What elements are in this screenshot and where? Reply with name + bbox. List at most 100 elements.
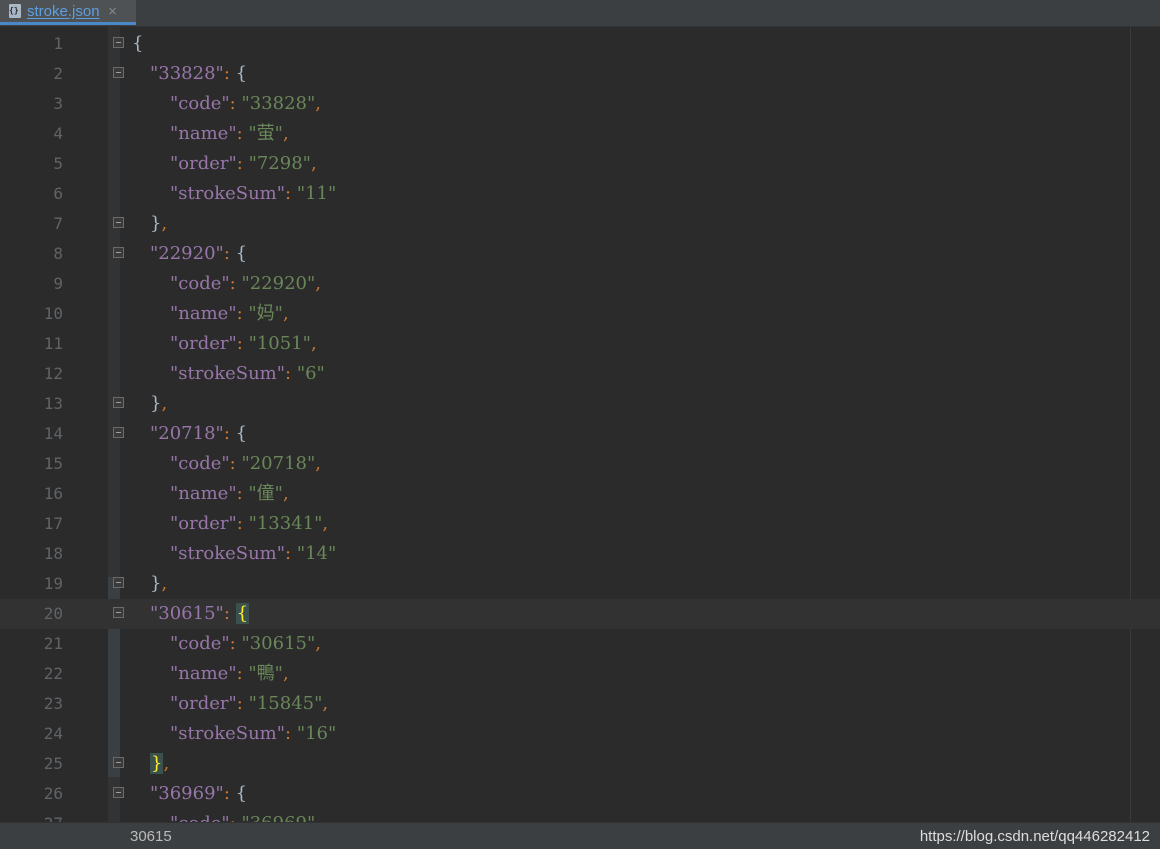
json-file-icon: {} [9,4,21,18]
code-token: "code" [170,813,230,822]
code-line[interactable]: 1{ [0,29,1160,59]
code-token: , [315,453,322,474]
fold-marker-icon[interactable] [113,37,125,51]
code-line[interactable]: 10 "name": "妈", [0,299,1160,329]
code-token: "order" [170,693,237,714]
code-token: "36969" [150,783,224,804]
code-token: , [315,633,322,654]
code-token: "33828" [150,63,224,84]
code-line[interactable]: 17 "order": "13341", [0,509,1160,539]
fold-marker-icon[interactable] [113,607,125,621]
code-token: : [236,333,249,354]
code-token: } [150,213,162,234]
code-line[interactable]: 3 "code": "33828", [0,89,1160,119]
code-text: }, [150,749,169,779]
code-token: : [236,123,249,144]
code-token: : [229,93,242,114]
code-token: "鴨" [248,663,283,684]
code-line[interactable]: 5 "order": "7298", [0,149,1160,179]
code-token: "15845" [248,693,323,714]
code-line[interactable]: 2 "33828": { [0,59,1160,89]
code-text: }, [150,389,167,419]
code-token: , [322,693,329,714]
code-token: "20718" [150,423,224,444]
code-token: "30615" [241,633,316,654]
code-line[interactable]: 9 "code": "22920", [0,269,1160,299]
code-line[interactable]: 27 "code": "36969", [0,809,1160,822]
status-bar: 30615 https://blog.csdn.net/qq446282412 [0,822,1160,849]
code-line[interactable]: 11 "order": "1051", [0,329,1160,359]
fold-marker-icon[interactable] [113,217,125,231]
code-token: : [236,513,249,534]
fold-marker-icon[interactable] [113,397,125,411]
code-line[interactable]: 25}, [0,749,1160,779]
code-line[interactable]: 18 "strokeSum": "14" [0,539,1160,569]
code-line[interactable]: 6 "strokeSum": "11" [0,179,1160,209]
code-token: : [229,453,242,474]
code-token: "strokeSum" [170,723,286,744]
code-text: "strokeSum": "14" [170,539,336,569]
file-tab-stroke-json[interactable]: {} stroke.json × [0,0,136,25]
fold-marker-icon[interactable] [113,427,125,441]
fold-marker-icon[interactable] [113,757,125,771]
code-line[interactable]: 19}, [0,569,1160,599]
code-token: "20718" [241,453,316,474]
fold-marker-icon[interactable] [113,577,125,591]
code-token: : [236,663,249,684]
code-token: "萤" [248,123,283,144]
fold-marker-icon[interactable] [113,787,125,801]
watermark-url: https://blog.csdn.net/qq446282412 [919,828,1150,845]
code-line[interactable]: 12 "strokeSum": "6" [0,359,1160,389]
code-token: { [132,33,144,54]
breadcrumb-status[interactable]: 30615 [130,828,172,845]
code-text: "code": "36969", [170,809,321,822]
code-line[interactable]: 22 "name": "鴨", [0,659,1160,689]
fold-marker-icon[interactable] [113,67,125,81]
code-line[interactable]: 14 "20718": { [0,419,1160,449]
code-token: , [161,573,168,594]
code-line[interactable]: 23 "order": "15845", [0,689,1160,719]
code-token: "36969" [241,813,315,822]
code-text: "order": "7298", [170,149,317,179]
fold-marker-icon[interactable] [113,247,125,261]
code-token: "11" [296,183,337,204]
code-token: "1051" [248,333,311,354]
code-text: "name": "妈", [170,299,289,329]
code-token: , [161,393,168,414]
code-line[interactable]: 20 "30615": { [0,599,1160,629]
code-line[interactable]: 8 "22920": { [0,239,1160,269]
code-line[interactable]: 16 "name": "僮", [0,479,1160,509]
tab-filename[interactable]: stroke.json [27,3,100,20]
editor-tab-bar: {} stroke.json × [0,0,1160,27]
close-tab-icon[interactable]: × [108,4,118,18]
code-token: { [235,63,248,84]
line-number: 17 [43,514,63,533]
code-token: : [223,63,236,84]
line-number: 14 [43,424,63,443]
code-text: "33828": { [150,59,247,89]
code-token: , [322,513,329,534]
code-editor[interactable]: 1{2 "33828": {3 "code": "33828", 4 "name": "… [0,27,1160,822]
code-text: "strokeSum": "6" [170,359,325,389]
line-number: 6 [53,184,63,203]
code-token: { [235,603,250,624]
code-token: "14" [296,543,337,564]
line-number: 7 [53,214,63,233]
code-text: "name": "鴨", [170,659,289,689]
code-line[interactable]: 7}, [0,209,1160,239]
code-token: "33828" [241,93,316,114]
code-token: "name" [170,483,237,504]
code-token: "妈" [248,303,283,324]
code-token: "13341" [248,513,323,534]
code-token: , [163,753,170,774]
line-number: 26 [43,784,63,803]
code-line[interactable]: 26 "36969": { [0,779,1160,809]
code-text: "36969": { [150,779,247,809]
code-line[interactable]: 24 "strokeSum": "16" [0,719,1160,749]
line-number: 13 [43,394,63,413]
code-line[interactable]: 13}, [0,389,1160,419]
code-line[interactable]: 4 "name": "萤", [0,119,1160,149]
code-line[interactable]: 21 "code": "30615", [0,629,1160,659]
code-line[interactable]: 15 "code": "20718", [0,449,1160,479]
line-number: 3 [53,94,63,113]
